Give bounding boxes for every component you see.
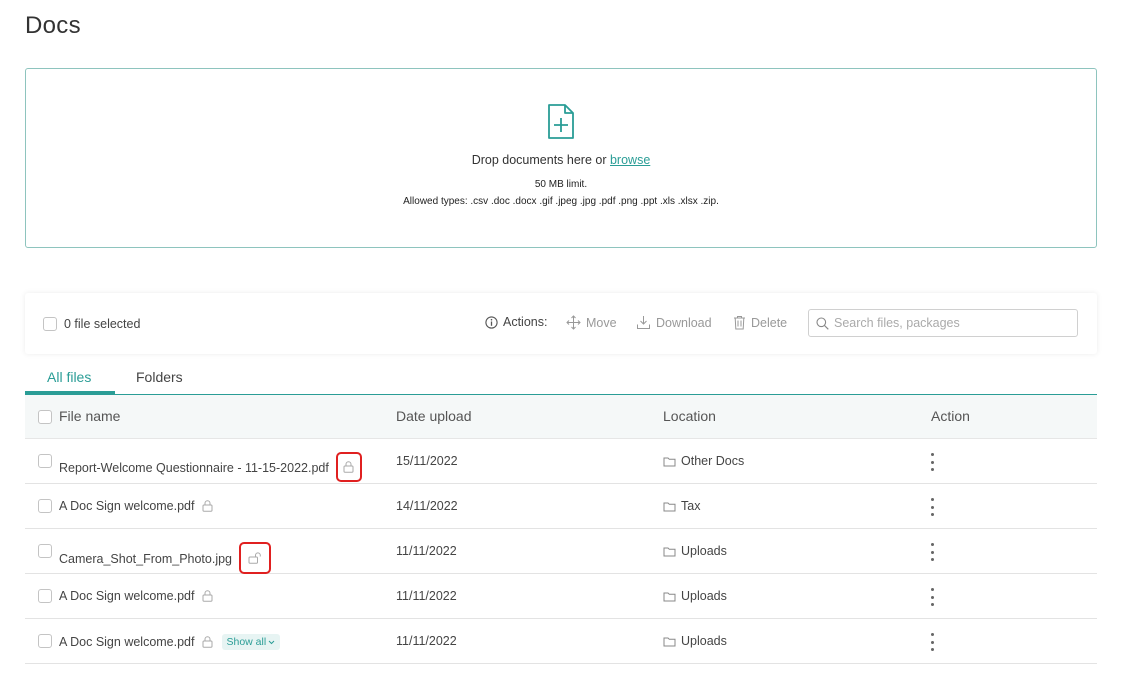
more-actions-icon[interactable] — [924, 496, 940, 518]
more-actions-icon[interactable] — [924, 541, 940, 563]
dropzone-text: Drop documents here or — [471, 153, 607, 167]
lock-toggle-highlight[interactable] — [335, 452, 362, 482]
date-cell: 11/11/2022 — [396, 634, 457, 648]
folder-icon — [663, 502, 676, 511]
header-checkbox[interactable] — [38, 410, 52, 424]
download-label: Download — [656, 315, 712, 330]
search-box[interactable] — [808, 309, 1078, 337]
file-name[interactable]: Report-Welcome Questionnaire - 11-15-202… — [59, 461, 329, 475]
table-row[interactable]: Camera_Shot_From_Photo.jpg 11/11/2022 Up… — [25, 529, 1097, 574]
download-icon — [637, 316, 650, 329]
folder-icon — [663, 592, 676, 601]
location-cell: Tax — [663, 499, 700, 513]
selected-count: 0 file selected — [64, 317, 141, 331]
file-toolbar: 0 file selected Actions: Move Download D… — [25, 293, 1097, 354]
header-date-upload[interactable]: Date upload — [396, 408, 472, 424]
lock-icon — [202, 500, 212, 512]
location-cell: Uploads — [663, 634, 727, 648]
row-checkbox[interactable] — [38, 499, 52, 513]
row-checkbox[interactable] — [38, 634, 52, 648]
more-actions-icon[interactable] — [924, 586, 940, 608]
location-cell: Uploads — [663, 544, 727, 558]
select-all-checkbox[interactable] — [43, 317, 57, 331]
date-cell: 11/11/2022 — [396, 589, 457, 603]
file-name-cell: Camera_Shot_From_Photo.jpg — [59, 542, 272, 574]
lock-toggle[interactable] — [202, 636, 213, 648]
header-location[interactable]: Location — [663, 408, 716, 424]
table-header: File name Date upload Location Action — [25, 395, 1097, 439]
lock-toggle-highlight[interactable] — [239, 542, 272, 574]
file-name[interactable]: A Doc Sign welcome.pdf — [59, 635, 195, 649]
location-cell: Other Docs — [663, 454, 744, 468]
delete-button[interactable]: Delete — [733, 315, 787, 330]
lock-icon — [343, 461, 354, 473]
file-tabs: All files Folders — [25, 362, 1097, 395]
row-checkbox[interactable] — [38, 589, 52, 603]
actions-text: Actions: — [503, 315, 548, 329]
location-name[interactable]: Uploads — [681, 634, 727, 648]
header-file-name[interactable]: File name — [59, 408, 120, 424]
date-cell: 11/11/2022 — [396, 544, 457, 558]
folder-icon — [663, 457, 676, 466]
page-title: Docs — [25, 12, 81, 39]
file-name-cell: A Doc Sign welcome.pdf — [59, 499, 213, 513]
location-name[interactable]: Uploads — [681, 544, 727, 558]
search-input[interactable] — [834, 316, 1064, 330]
trash-icon — [734, 316, 745, 330]
file-add-icon — [548, 104, 574, 139]
lock-toggle[interactable] — [202, 500, 213, 512]
show-all-label: Show all — [226, 636, 267, 648]
tab-folders[interactable]: Folders — [136, 369, 183, 385]
header-action: Action — [931, 408, 970, 424]
file-name-cell: Report-Welcome Questionnaire - 11-15-202… — [59, 452, 362, 482]
move-icon — [566, 315, 581, 330]
folder-icon — [663, 547, 676, 556]
unlock-icon — [248, 552, 261, 564]
size-limit: 50 MB limit. — [534, 179, 588, 190]
search-icon — [816, 316, 829, 330]
allowed-types: Allowed types: .csv .doc .docx .gif .jpe… — [403, 196, 719, 207]
table-row[interactable]: Report-Welcome Questionnaire - 11-15-202… — [25, 439, 1097, 484]
file-name-cell: A Doc Sign welcome.pdf — [59, 589, 213, 603]
show-all-button[interactable]: Show all — [221, 634, 281, 650]
dropzone-instructions: Drop documents here or browse — [26, 153, 1096, 167]
lock-icon — [202, 636, 212, 648]
download-button[interactable]: Download — [636, 315, 712, 330]
delete-label: Delete — [751, 315, 788, 330]
date-cell: 14/11/2022 — [396, 499, 458, 513]
move-label: Move — [586, 315, 617, 330]
file-name[interactable]: Camera_Shot_From_Photo.jpg — [59, 552, 232, 566]
table-row[interactable]: A Doc Sign welcome.pdf 11/11/2022 Upload… — [25, 574, 1097, 619]
active-tab-indicator — [25, 391, 115, 394]
lock-icon — [202, 590, 212, 602]
file-dropzone[interactable]: Drop documents here or browse 50 MB limi… — [25, 68, 1097, 248]
move-button[interactable]: Move — [566, 315, 617, 330]
row-checkbox[interactable] — [38, 454, 52, 468]
files-table: File name Date upload Location Action Re… — [25, 395, 1097, 664]
browse-link[interactable]: browse — [610, 153, 650, 167]
actions-label: Actions: — [485, 315, 547, 329]
location-name[interactable]: Uploads — [681, 589, 727, 603]
date-cell: 15/11/2022 — [396, 454, 458, 468]
chevron-down-icon — [268, 640, 275, 644]
row-checkbox[interactable] — [38, 544, 52, 558]
tab-all-files[interactable]: All files — [47, 369, 91, 385]
info-icon — [485, 315, 498, 329]
more-actions-icon[interactable] — [924, 451, 940, 473]
location-name[interactable]: Tax — [681, 499, 700, 513]
table-row[interactable]: A Doc Sign welcome.pdf 14/11/2022 Tax — [25, 484, 1097, 529]
file-name[interactable]: A Doc Sign welcome.pdf — [59, 589, 195, 603]
more-actions-icon[interactable] — [924, 631, 940, 653]
lock-toggle[interactable] — [202, 590, 213, 602]
table-row[interactable]: A Doc Sign welcome.pdf Show all 11/11/20… — [25, 619, 1097, 664]
folder-icon — [663, 637, 676, 646]
location-cell: Uploads — [663, 589, 727, 603]
location-name[interactable]: Other Docs — [681, 454, 744, 468]
file-name[interactable]: A Doc Sign welcome.pdf — [59, 499, 195, 513]
file-name-cell: A Doc Sign welcome.pdf Show all — [59, 634, 281, 650]
